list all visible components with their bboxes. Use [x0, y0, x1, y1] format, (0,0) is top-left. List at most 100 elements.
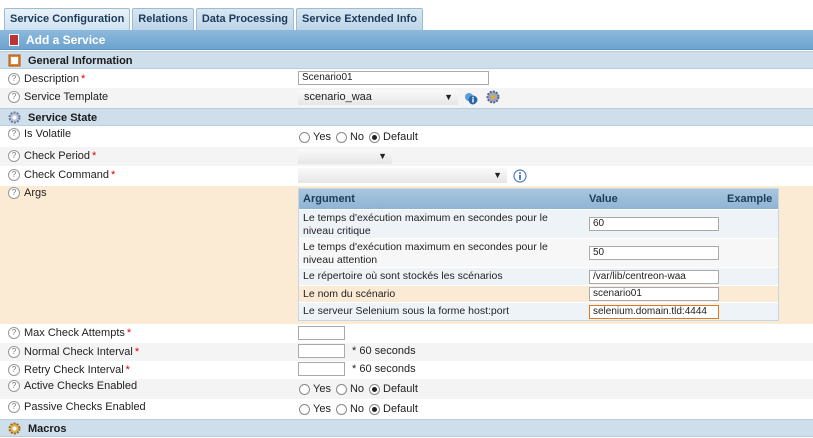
section-title: Macros	[28, 423, 67, 435]
help-icon[interactable]: ?	[8, 401, 20, 413]
template-info-icon[interactable]	[464, 91, 478, 105]
check-command-select[interactable]: ▼	[298, 168, 507, 183]
row-max-check-attempts: ? Max Check Attempts *	[0, 324, 813, 343]
service-template-select[interactable]: scenario_waa ▼	[298, 90, 458, 105]
description-input[interactable]: Scenario01	[298, 71, 489, 85]
radio-yes[interactable]	[299, 403, 310, 415]
field-label: Max Check Attempts	[24, 327, 125, 339]
radio-no[interactable]	[335, 383, 347, 395]
radio-default[interactable]	[369, 403, 381, 415]
radio-label: No	[349, 403, 365, 415]
book-icon	[8, 54, 21, 67]
required-mark: *	[110, 169, 116, 181]
required-mark: *	[92, 150, 97, 162]
column-header-argument: Argument	[303, 193, 355, 205]
column-header-value: Value	[589, 193, 618, 205]
argument-cell: Le serveur Selenium sous la forme host:p…	[303, 305, 510, 317]
radio-label: Default	[383, 131, 418, 143]
radio-default[interactable]	[369, 131, 381, 143]
required-mark: *	[134, 346, 140, 358]
table-row: Le nom du scénario scenario01	[299, 285, 778, 302]
section-title: General Information	[28, 55, 133, 67]
row-service-template: ? Service Template scenario_waa ▼	[0, 88, 813, 108]
row-check-command: ? Check Command * ▼	[0, 166, 813, 186]
field-label: Passive Checks Enabled	[24, 401, 146, 413]
help-icon[interactable]: ?	[8, 187, 20, 199]
tab-service-configuration[interactable]: Service Configuration	[4, 8, 131, 30]
gear-icon	[8, 111, 21, 124]
help-icon[interactable]: ?	[8, 73, 20, 85]
dropdown-arrow-icon: ▼	[444, 92, 453, 102]
arg-value-input[interactable]: selenium.domain.tld:4444	[589, 305, 719, 319]
field-label: Active Checks Enabled	[24, 380, 138, 392]
row-is-volatile: ? Is Volatile Yes No Default	[0, 127, 813, 147]
args-table: Argument Value Example Le temps d'exécut…	[298, 188, 779, 321]
select-value: scenario_waa	[304, 91, 372, 103]
field-label: Normal Check Interval	[24, 346, 133, 358]
field-label: Service Template	[24, 91, 109, 103]
retry-check-interval-input[interactable]	[298, 362, 345, 376]
field-label: Description	[24, 73, 80, 85]
radio-yes[interactable]	[299, 131, 310, 143]
radio-label: Yes	[313, 131, 331, 143]
help-icon[interactable]: ?	[8, 327, 20, 339]
help-icon[interactable]: ?	[8, 346, 20, 358]
required-mark: *	[81, 73, 86, 85]
radio-default[interactable]	[369, 383, 381, 395]
table-row: Le serveur Selenium sous la forme host:p…	[299, 302, 778, 320]
tab-service-extended-info[interactable]: Service Extended Info	[296, 8, 423, 30]
arg-value-input[interactable]: /var/lib/centreon-waa	[589, 270, 719, 284]
table-header: Argument Value Example	[299, 189, 778, 209]
field-label: Args	[24, 187, 47, 199]
interval-unit: * 60 seconds	[352, 345, 416, 357]
radio-yes[interactable]	[299, 383, 310, 395]
row-description: ? Description * Scenario01	[0, 70, 813, 88]
tab-relations[interactable]: Relations	[132, 8, 194, 30]
field-label: Check Period	[24, 150, 91, 162]
argument-cell: Le répertoire où sont stockés les scénar…	[303, 270, 503, 282]
info-icon[interactable]	[513, 169, 527, 183]
is-volatile-radio-group: Yes No Default	[299, 131, 423, 143]
radio-label: Default	[383, 403, 418, 415]
help-icon[interactable]: ?	[8, 150, 20, 162]
radio-label: Yes	[313, 403, 331, 415]
form-header: Add a Service	[0, 30, 813, 50]
section-macros: Macros	[0, 419, 813, 437]
check-period-select[interactable]: ▼	[298, 149, 392, 164]
help-icon[interactable]: ?	[8, 364, 20, 376]
required-mark: *	[125, 364, 130, 376]
table-row: Le temps d'exécution maximum en secondes…	[299, 238, 778, 267]
section-title: Service State	[28, 112, 98, 124]
interval-unit: * 60 seconds	[352, 363, 416, 375]
section-general-information: General Information	[0, 51, 813, 69]
arg-value-input[interactable]: 60	[589, 217, 719, 231]
argument-cell: Le temps d'exécution maximum en secondes…	[303, 241, 548, 266]
field-label: Check Command	[24, 169, 109, 181]
max-check-attempts-input[interactable]	[298, 326, 345, 340]
row-check-period: ? Check Period * ▼	[0, 147, 813, 166]
tab-bar: Service Configuration Relations Data Pro…	[4, 6, 425, 30]
gear-icon	[8, 422, 21, 435]
passive-checks-radio-group: Yes No Default	[299, 403, 423, 415]
active-checks-radio-group: Yes No Default	[299, 383, 423, 395]
dropdown-arrow-icon: ▼	[378, 151, 387, 161]
help-icon[interactable]: ?	[8, 91, 20, 103]
help-icon[interactable]: ?	[8, 380, 20, 392]
column-header-example: Example	[727, 193, 773, 205]
tab-data-processing[interactable]: Data Processing	[195, 8, 295, 30]
row-passive-checks: ? Passive Checks Enabled Yes No Default	[0, 399, 813, 419]
argument-cell: Le nom du scénario	[303, 288, 396, 300]
radio-no[interactable]	[335, 131, 347, 143]
normal-check-interval-input[interactable]	[298, 344, 345, 358]
table-row: Le temps d'exécution maximum en secondes…	[299, 209, 778, 238]
help-icon[interactable]: ?	[8, 169, 20, 181]
help-icon[interactable]: ?	[8, 128, 20, 140]
radio-no[interactable]	[335, 403, 347, 415]
arg-value-input[interactable]: 50	[589, 246, 719, 260]
gear-icon[interactable]	[486, 90, 500, 104]
arg-value-input[interactable]: scenario01	[589, 287, 719, 301]
radio-label: No	[349, 383, 365, 395]
section-service-state: Service State	[0, 108, 813, 126]
argument-cell: Le temps d'exécution maximum en secondes…	[303, 212, 548, 237]
radio-label: Yes	[313, 383, 331, 395]
